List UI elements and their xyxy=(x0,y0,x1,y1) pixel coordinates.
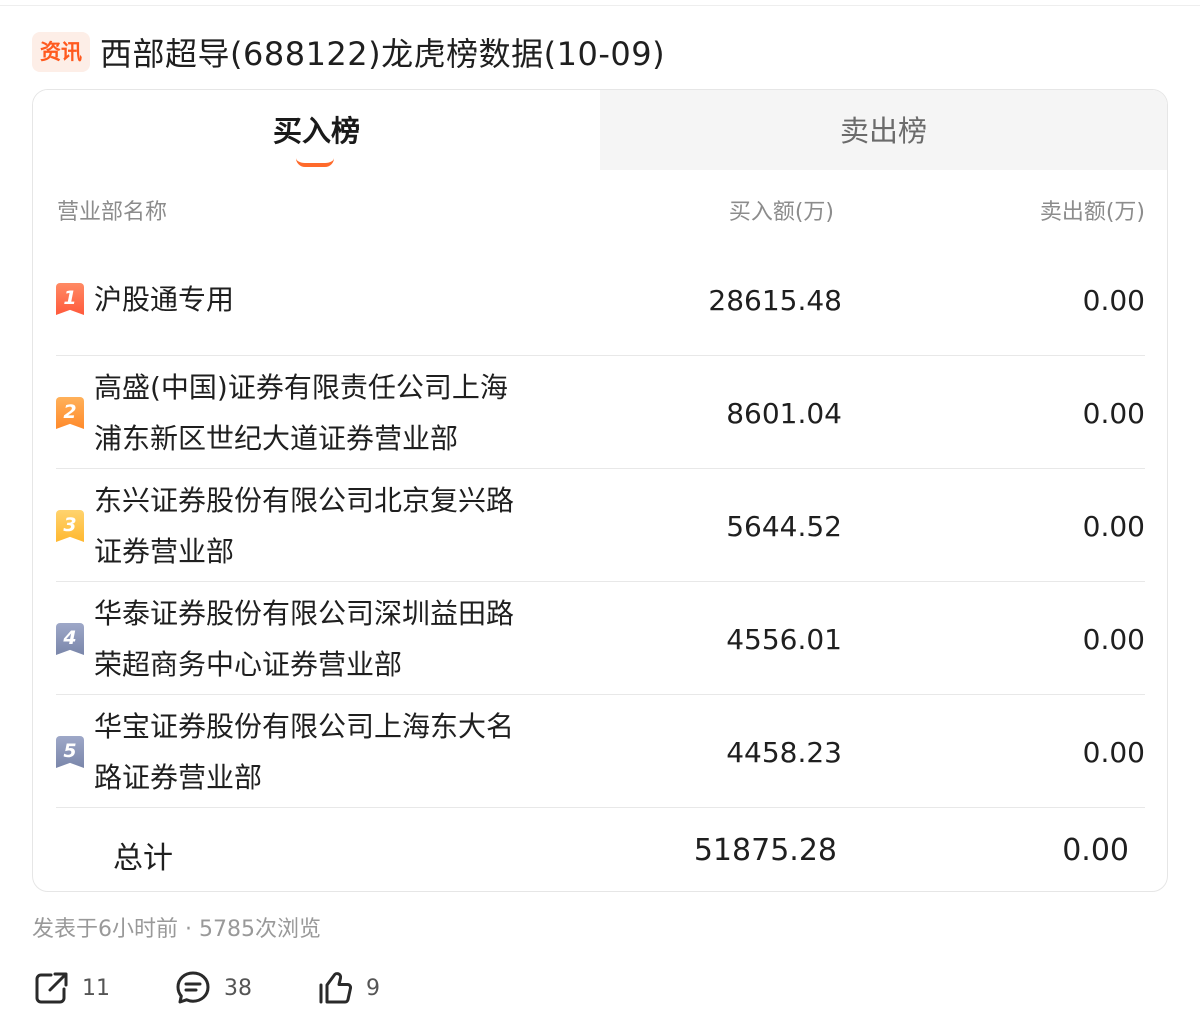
row-divider xyxy=(56,807,1145,808)
ranking-table: 1 沪股通专用 28615.48 0.00 2 高盛(中国)证券有限责任公司上海… xyxy=(33,243,1167,808)
top-divider xyxy=(0,0,1200,6)
sell-amount: 0.00 xyxy=(1082,736,1145,769)
branch-name: 华宝证券股份有限公司上海东大名 路证券营业部 xyxy=(94,701,564,803)
table-row[interactable]: 5 华宝证券股份有限公司上海东大名 路证券营业部 4458.23 0.00 xyxy=(33,695,1167,808)
buy-amount: 28615.48 xyxy=(708,284,842,317)
branch-name: 华泰证券股份有限公司深圳益田路 荣超商务中心证券营业部 xyxy=(94,588,564,690)
thumbs-up-icon xyxy=(316,969,354,1007)
branch-name-line: 荣超商务中心证券营业部 xyxy=(94,648,403,681)
column-header-buy-amount: 买入额(万) xyxy=(728,200,834,225)
total-sell-amount: 0.00 xyxy=(1062,833,1129,868)
table-row[interactable]: 1 沪股通专用 28615.48 0.00 xyxy=(33,243,1167,356)
share-count: 11 xyxy=(82,975,110,1001)
rank-badge: 5 xyxy=(56,736,84,768)
rank-badge: 1 xyxy=(56,283,84,315)
dragon-tiger-card: 买入榜 卖出榜 营业部名称 买入额(万) 卖出额(万) 1 沪股通专用 2861… xyxy=(32,89,1168,892)
share-button[interactable]: 11 xyxy=(32,969,174,1007)
branch-name-line: 路证券营业部 xyxy=(94,761,263,794)
sell-amount: 0.00 xyxy=(1082,623,1145,656)
active-tab-indicator xyxy=(296,158,334,167)
table-row[interactable]: 2 高盛(中国)证券有限责任公司上海 浦东新区世纪大道证券营业部 8601.04… xyxy=(33,356,1167,469)
sell-amount: 0.00 xyxy=(1082,510,1145,543)
branch-name-line: 证券营业部 xyxy=(94,535,235,568)
rank-badge: 3 xyxy=(56,510,84,542)
rank-badge: 2 xyxy=(56,397,84,429)
buy-amount: 5644.52 xyxy=(726,510,842,543)
branch-name-line: 高盛(中国)证券有限责任公司上海 xyxy=(94,371,508,404)
table-row[interactable]: 4 华泰证券股份有限公司深圳益田路 荣超商务中心证券营业部 4556.01 0.… xyxy=(33,582,1167,695)
article-header: 资讯 西部超导(688122)龙虎榜数据(10-09) xyxy=(32,28,665,76)
comment-icon xyxy=(174,969,212,1007)
branch-name: 高盛(中国)证券有限责任公司上海 浦东新区世纪大道证券营业部 xyxy=(94,362,564,464)
sell-amount: 0.00 xyxy=(1082,397,1145,430)
news-badge: 资讯 xyxy=(32,32,90,72)
branch-name: 东兴证券股份有限公司北京复兴路 证券营业部 xyxy=(94,475,564,577)
column-header-sell-amount: 卖出额(万) xyxy=(1039,200,1145,225)
branch-name: 沪股通专用 xyxy=(94,274,564,325)
total-row: 总计 51875.28 0.00 xyxy=(33,809,1167,891)
total-buy-amount: 51875.28 xyxy=(693,833,837,868)
rank-badge: 4 xyxy=(56,623,84,655)
total-label: 总计 xyxy=(113,841,173,876)
comment-button[interactable]: 38 xyxy=(174,969,316,1007)
tab-sell-list[interactable]: 卖出榜 xyxy=(600,90,1167,170)
sell-amount: 0.00 xyxy=(1082,284,1145,317)
post-meta: 发表于6小时前 · 5785次浏览 xyxy=(32,917,321,942)
comment-count: 38 xyxy=(224,975,252,1001)
share-icon xyxy=(32,969,70,1007)
branch-name-line: 华泰证券股份有限公司深圳益田路 xyxy=(94,597,515,630)
article-title[interactable]: 西部超导(688122)龙虎榜数据(10-09) xyxy=(100,29,665,75)
branch-name-line: 浦东新区世纪大道证券营业部 xyxy=(94,422,459,455)
branch-name-line: 东兴证券股份有限公司北京复兴路 xyxy=(94,484,515,517)
action-bar: 11 38 9 xyxy=(32,966,380,1010)
buy-amount: 4458.23 xyxy=(726,736,842,769)
like-button[interactable]: 9 xyxy=(316,969,380,1007)
table-row[interactable]: 3 东兴证券股份有限公司北京复兴路 证券营业部 5644.52 0.00 xyxy=(33,469,1167,582)
column-header-branch-name: 营业部名称 xyxy=(57,200,168,225)
branch-name-line: 沪股通专用 xyxy=(94,283,235,316)
buy-amount: 4556.01 xyxy=(726,623,842,656)
branch-name-line: 华宝证券股份有限公司上海东大名 xyxy=(94,710,515,743)
buy-amount: 8601.04 xyxy=(726,397,842,430)
like-count: 9 xyxy=(366,975,380,1001)
